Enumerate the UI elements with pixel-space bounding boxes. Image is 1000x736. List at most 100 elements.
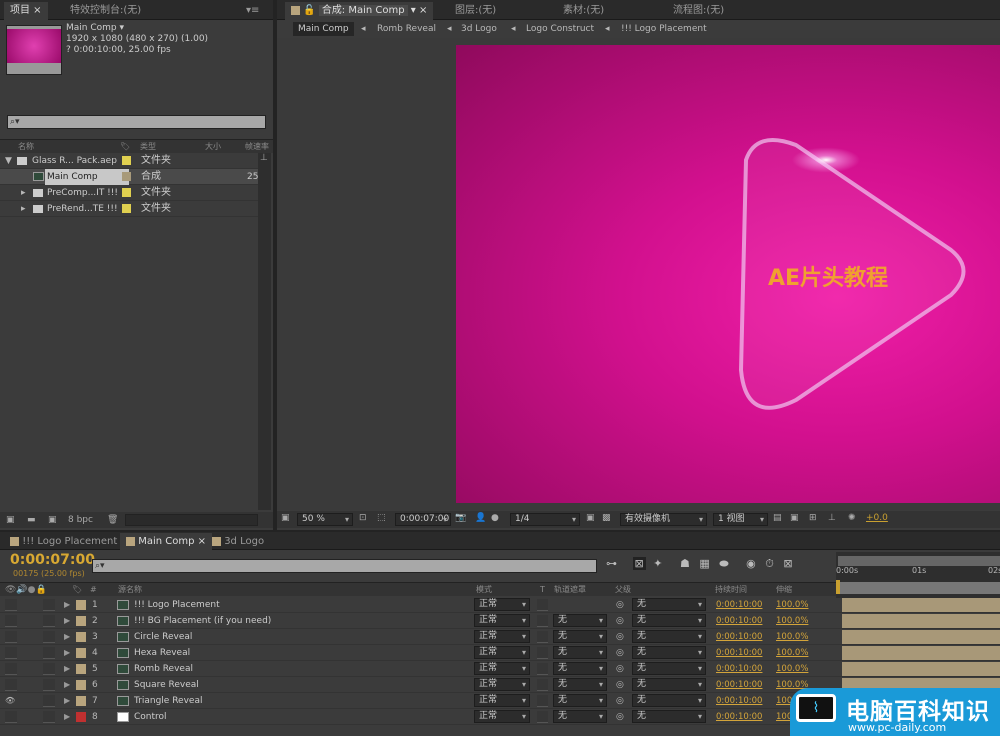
pick-whip-icon[interactable]: ◎ — [616, 597, 624, 613]
timecode-field[interactable]: 0:00:07:00 — [395, 513, 451, 526]
label-swatch[interactable] — [76, 696, 86, 706]
layer-duration-bar[interactable] — [842, 630, 1000, 644]
pick-whip-icon[interactable]: ◎ — [616, 613, 624, 629]
video-toggle[interactable] — [5, 615, 17, 627]
pick-whip-icon[interactable]: ◎ — [616, 709, 624, 725]
label-swatch[interactable] — [76, 712, 86, 722]
flowchart-icon[interactable]: ⊥ — [828, 511, 836, 526]
pick-whip-icon[interactable]: ◎ — [616, 693, 624, 709]
col-duration[interactable]: 持续时间 — [715, 583, 747, 597]
parent-dropdown[interactable]: 无 — [632, 630, 706, 643]
video-toggle[interactable] — [5, 647, 17, 659]
parent-dropdown[interactable]: 无 — [632, 710, 706, 723]
layer-name[interactable]: Circle Reveal — [134, 629, 192, 645]
preserve-transparency-toggle[interactable] — [537, 711, 548, 723]
layer-duration-bar[interactable] — [842, 598, 1000, 612]
tab-timeline-logo-placement[interactable]: !!! Logo Placement — [4, 533, 123, 550]
layer-name[interactable]: Romb Reveal — [134, 661, 193, 677]
transparency-grid-icon[interactable]: ⬚ — [377, 511, 386, 526]
layer-row[interactable]: ▶ 4 Hexa Reveal 正常 无 ◎ 无 0:00:10:00 100.… — [0, 645, 1000, 661]
layer-row[interactable]: ▶ 5 Romb Reveal 正常 无 ◎ 无 0:00:10:00 100.… — [0, 661, 1000, 677]
current-time[interactable]: 0:00:07:00 — [10, 552, 95, 568]
show-snapshot-icon[interactable]: 👤 — [475, 511, 486, 526]
layer-name[interactable]: Control — [134, 709, 167, 725]
label-swatch[interactable] — [76, 600, 86, 610]
col-size[interactable]: 大小 — [205, 140, 221, 154]
pixel-aspect-icon[interactable]: ▤ — [773, 511, 782, 526]
project-search-input[interactable]: ⌕▾ — [7, 115, 266, 129]
breadcrumb-item[interactable]: Main Comp — [293, 22, 354, 36]
duration-value[interactable]: 0:00:10:00 — [716, 693, 762, 709]
breadcrumb-item[interactable]: Romb Reveal — [377, 20, 436, 38]
video-toggle[interactable] — [5, 631, 17, 643]
graph-editor-icon[interactable]: ⊠ — [783, 557, 792, 570]
stretch-value[interactable]: 100.0% — [776, 645, 808, 661]
layer-duration-bar[interactable] — [842, 614, 1000, 628]
label-swatch[interactable] — [76, 632, 86, 642]
expand-arrow-icon[interactable]: ▸ — [21, 185, 26, 201]
new-comp-icon[interactable]: ▣ — [48, 512, 57, 528]
new-folder-icon[interactable]: ▬ — [27, 512, 36, 528]
composition-viewer[interactable]: AE片头教程 — [277, 38, 1000, 510]
resolution-dropdown[interactable]: 1/4 — [510, 513, 580, 526]
preserve-transparency-toggle[interactable] — [537, 679, 548, 691]
panel-menu-icon[interactable]: ▾≡ — [240, 2, 265, 20]
video-toggle[interactable] — [5, 711, 17, 723]
lock-toggle[interactable] — [43, 647, 55, 659]
preserve-transparency-toggle[interactable] — [537, 599, 548, 611]
track-matte-dropdown[interactable]: 无 — [553, 646, 607, 659]
stretch-value[interactable]: 100.0% — [776, 629, 808, 645]
project-item[interactable]: ▼ Glass R... Pack.aep 文件夹 — [0, 153, 258, 169]
col-stretch[interactable]: 伸缩 — [776, 583, 792, 597]
expand-arrow-icon[interactable]: ▶ — [64, 693, 70, 709]
col-t[interactable]: T — [540, 583, 545, 597]
mode-dropdown[interactable]: 正常 — [474, 598, 530, 611]
zoom-dropdown[interactable]: 50 % — [297, 513, 353, 526]
trash-icon[interactable]: 🗑 — [107, 512, 118, 528]
label-swatch[interactable] — [122, 156, 131, 165]
layer-row[interactable]: ▶ 3 Circle Reveal 正常 无 ◎ 无 0:00:10:00 10… — [0, 629, 1000, 645]
layer-row[interactable]: ▶ 2 !!! BG Placement (if you need) 正常 无 … — [0, 613, 1000, 629]
layer-name[interactable]: Square Reveal — [134, 677, 199, 693]
lock-toggle[interactable] — [43, 711, 55, 723]
parent-dropdown[interactable]: 无 — [632, 662, 706, 675]
track-matte-dropdown[interactable]: 无 — [553, 630, 607, 643]
lock-toggle[interactable] — [43, 663, 55, 675]
layer-search-input[interactable]: ⌕▾ — [92, 559, 597, 573]
label-swatch[interactable] — [76, 664, 86, 674]
layer-name[interactable]: !!! BG Placement (if you need) — [134, 613, 271, 629]
stretch-value[interactable]: 100.0% — [776, 597, 808, 613]
duration-value[interactable]: 0:00:10:00 — [716, 645, 762, 661]
brainstorm-icon[interactable]: ◉ — [746, 557, 756, 570]
parent-dropdown[interactable]: 无 — [632, 614, 706, 627]
expand-arrow-icon[interactable]: ▶ — [64, 645, 70, 661]
bpc-button[interactable]: 8 bpc — [68, 512, 93, 528]
label-swatch[interactable] — [122, 188, 131, 197]
time-ruler[interactable]: 0:00s 01s 02s — [836, 552, 1000, 598]
expand-arrow-icon[interactable]: ▶ — [64, 597, 70, 613]
lock-toggle[interactable] — [43, 695, 55, 707]
exposure-reset-icon[interactable]: ✺ — [848, 511, 856, 526]
fast-previews-icon[interactable]: ▣ — [586, 511, 595, 526]
label-swatch[interactable] — [76, 616, 86, 626]
tab-layer[interactable]: 图层:(无) — [449, 2, 502, 20]
mode-dropdown[interactable]: 正常 — [474, 630, 530, 643]
pick-whip-icon[interactable]: ◎ — [616, 677, 624, 693]
frame-blending-icon[interactable]: ▦ — [699, 557, 709, 570]
layer-name[interactable]: Hexa Reveal — [134, 645, 190, 661]
snapshot-icon[interactable]: 📷 — [455, 511, 466, 526]
project-item[interactable]: ▸ PreRend...TE !!! 文件夹 — [0, 201, 258, 217]
mode-dropdown[interactable]: 正常 — [474, 694, 530, 707]
expand-arrow-icon[interactable]: ▶ — [64, 661, 70, 677]
expand-arrow-icon[interactable]: ▶ — [64, 677, 70, 693]
expand-arrow-icon[interactable]: ▶ — [64, 613, 70, 629]
mode-dropdown[interactable]: 正常 — [474, 614, 530, 627]
item-name[interactable]: Main Comp — [45, 169, 129, 185]
work-area-bar[interactable] — [838, 556, 1000, 566]
eye-icon[interactable]: 👁 — [5, 695, 17, 707]
mode-dropdown[interactable]: 正常 — [474, 646, 530, 659]
layer-name[interactable]: Triangle Reveal — [134, 693, 202, 709]
layer-name[interactable]: !!! Logo Placement — [134, 597, 220, 613]
stretch-value[interactable]: 100.0% — [776, 661, 808, 677]
track-matte-dropdown[interactable]: 无 — [553, 614, 607, 627]
